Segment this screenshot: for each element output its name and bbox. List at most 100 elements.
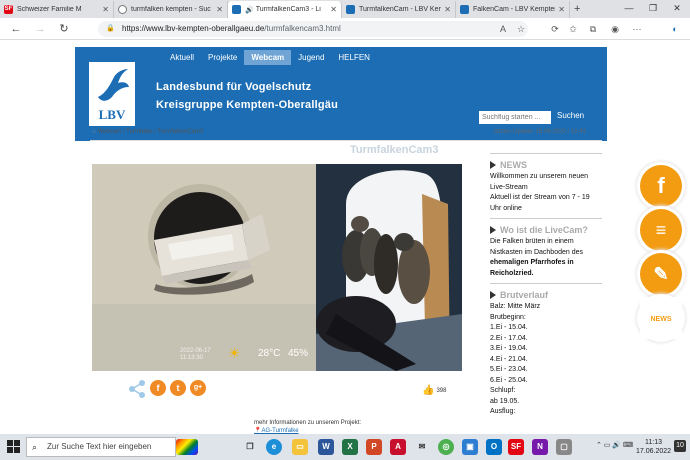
project-link[interactable]: 📍AG-Turmfalke xyxy=(254,427,299,434)
minimize-button[interactable]: — xyxy=(618,0,640,16)
search-icon xyxy=(118,5,127,14)
windows-taskbar: ⌕ Zur Suche Text hier eingeben ❐ e ▭ W X… xyxy=(0,434,690,460)
store-icon[interactable]: ▣ xyxy=(462,439,478,455)
explorer-icon[interactable]: ▭ xyxy=(292,439,308,455)
float-list-button[interactable]: ≡ xyxy=(640,209,682,251)
nav-item-webcam[interactable]: Webcam xyxy=(244,50,292,65)
thumbs-up-icon[interactable]: 👍 xyxy=(422,385,434,396)
close-icon[interactable]: ✕ xyxy=(330,5,337,14)
sf-app-icon[interactable]: SF xyxy=(508,439,524,455)
home-icon[interactable]: ⌂ xyxy=(92,129,96,135)
divider xyxy=(90,140,602,141)
forward-button[interactable]: → xyxy=(32,21,48,37)
logo-text: LBV xyxy=(98,107,126,122)
bird-logo-icon xyxy=(98,69,129,101)
bird-icon xyxy=(232,5,241,14)
sidebar-divider xyxy=(490,283,602,284)
like-count: 398 xyxy=(436,388,447,395)
like-counter[interactable]: 👍 398 xyxy=(422,385,446,396)
speaker-icon[interactable]: 🔊 xyxy=(245,6,254,14)
taskbar-search[interactable]: ⌕ Zur Suche Text hier eingeben xyxy=(26,437,176,457)
url-field[interactable]: 🔒 https://www.lbv-kempten-oberallgaeu.de… xyxy=(98,21,528,37)
twitter-share-button[interactable]: t xyxy=(170,380,186,396)
float-write-button[interactable]: ✎ xyxy=(640,253,682,295)
chrome-icon[interactable]: ◎ xyxy=(438,439,454,455)
browser-tab-4[interactable]: FalkenCam - LBV Kempten ✕ xyxy=(456,1,570,18)
mail-icon[interactable]: ✉ xyxy=(414,439,430,455)
read-aloud-icon[interactable]: A xyxy=(496,22,510,36)
taskbar-clock[interactable]: 11:13 17.06.2022 xyxy=(636,438,671,456)
nav-item-aktuell[interactable]: Aktuell xyxy=(163,50,201,65)
task-view-icon[interactable]: ❐ xyxy=(242,439,258,455)
facebook-share-button[interactable]: f xyxy=(150,380,166,396)
lock-icon[interactable]: 🔒 xyxy=(106,21,115,37)
other-app-icon[interactable]: ▢ xyxy=(556,439,572,455)
web-page: Aktuell Projekte Webcam Jugend HELFEN LB… xyxy=(0,41,690,434)
notification-icon[interactable]: 10 xyxy=(674,440,686,452)
refresh-icon[interactable]: ⟳ xyxy=(548,22,562,36)
onenote-icon[interactable]: N xyxy=(532,439,548,455)
clock-time: 11:13 xyxy=(645,439,663,446)
share-icon[interactable] xyxy=(128,380,146,398)
sidebar-brut-heading: Brutverlauf xyxy=(490,290,602,300)
reload-button[interactable]: ↻ xyxy=(56,21,72,37)
lbv-logo[interactable]: LBV xyxy=(89,62,135,126)
nav-item-helfen[interactable]: HELFEN xyxy=(331,50,377,65)
edge-taskbar-icon[interactable]: e xyxy=(266,439,282,455)
windows-start-icon[interactable] xyxy=(7,440,20,453)
acrobat-icon[interactable]: A xyxy=(390,439,406,455)
new-tab-button[interactable]: + xyxy=(574,3,580,15)
close-icon[interactable]: ✕ xyxy=(102,5,109,14)
webcam-image-inside xyxy=(316,164,462,371)
sidebar-livecam-heading: Wo ist die LiveCam? xyxy=(490,225,602,235)
sidebar-news-text: Willkommen zu unserem neuen Live-Stream … xyxy=(490,173,590,212)
googleplus-share-button[interactable]: g+ xyxy=(190,380,206,396)
outlook-icon[interactable]: O xyxy=(486,439,502,455)
browser-tab-0[interactable]: SF Schweizer Familie M ✕ xyxy=(0,1,114,18)
pride-flag-icon[interactable] xyxy=(176,439,198,455)
nav-item-projekte[interactable]: Projekte xyxy=(201,50,244,65)
pen-icon: ✎ xyxy=(653,264,669,284)
close-icon[interactable]: ✕ xyxy=(558,5,565,14)
float-news-button[interactable]: NEWS xyxy=(640,297,682,339)
project-info: mehr Informationen zu unserem Projekt: xyxy=(254,420,362,426)
excel-icon[interactable]: X xyxy=(342,439,358,455)
favorite-star-icon[interactable]: ☆ xyxy=(514,22,528,36)
cam-timestamp: 2022-06-17 11:13:30 xyxy=(180,348,211,361)
breadcrumb-text[interactable]: Webcam / Turmfalke / TurmfalkenCam3 xyxy=(98,129,204,135)
word-icon[interactable]: W xyxy=(318,439,334,455)
back-button[interactable]: ← xyxy=(8,21,24,37)
browser-tab-strip: SF Schweizer Familie M ✕ turmfalken kemp… xyxy=(0,0,690,18)
float-facebook-button[interactable]: f xyxy=(640,165,682,207)
tab-label: turmfalken kempten - Suc xyxy=(131,6,211,13)
news-icon: NEWS xyxy=(640,297,682,339)
edge-icon[interactable]: ◐ xyxy=(668,22,682,36)
sun-icon: ☀ xyxy=(228,345,241,361)
maximize-button[interactable]: ❐ xyxy=(642,0,664,16)
main-nav: Aktuell Projekte Webcam Jugend HELFEN xyxy=(163,50,377,65)
close-icon[interactable]: ✕ xyxy=(444,5,451,14)
arrow-right-icon xyxy=(490,161,496,169)
favorites-icon[interactable]: ✩ xyxy=(566,22,580,36)
collections-icon[interactable]: ⧉ xyxy=(586,22,600,36)
close-icon[interactable]: ✕ xyxy=(216,5,223,14)
browser-tab-3[interactable]: TurmfalkenCam - LBV Kem ✕ xyxy=(342,1,456,18)
site-search-button[interactable]: Suchen xyxy=(557,111,584,120)
bird-icon xyxy=(346,5,355,14)
profile-icon[interactable]: ◉ xyxy=(608,22,622,36)
webcam-image-outside: 2022-06-17 11:13:30 ☀ 28°C 45% xyxy=(92,164,316,371)
browser-tab-2[interactable]: 🔊 TurmfalkenCam3 - Li ✕ xyxy=(228,1,342,18)
site-header: Aktuell Projekte Webcam Jugend HELFEN LB… xyxy=(75,47,607,141)
more-icon[interactable]: ··· xyxy=(630,22,644,36)
nav-item-jugend[interactable]: Jugend xyxy=(291,50,331,65)
site-subtitle: Kreisgruppe Kempten-Oberallgäu xyxy=(156,99,339,111)
browser-tab-1[interactable]: turmfalken kempten - Suc ✕ xyxy=(114,1,228,18)
powerpoint-icon[interactable]: P xyxy=(366,439,382,455)
system-tray-icons[interactable]: ⌃ ▭ 🔊 ⌨ xyxy=(596,441,633,449)
search-icon: ⌕ xyxy=(32,442,38,452)
sidebar-news-heading: NEWS xyxy=(490,160,602,170)
nestbox-photo xyxy=(92,164,316,371)
site-search-input[interactable] xyxy=(479,111,551,124)
close-window-button[interactable]: ✕ xyxy=(666,0,688,16)
address-bar-row: ← → ↻ 🔒 https://www.lbv-kempten-oberallg… xyxy=(0,18,690,40)
